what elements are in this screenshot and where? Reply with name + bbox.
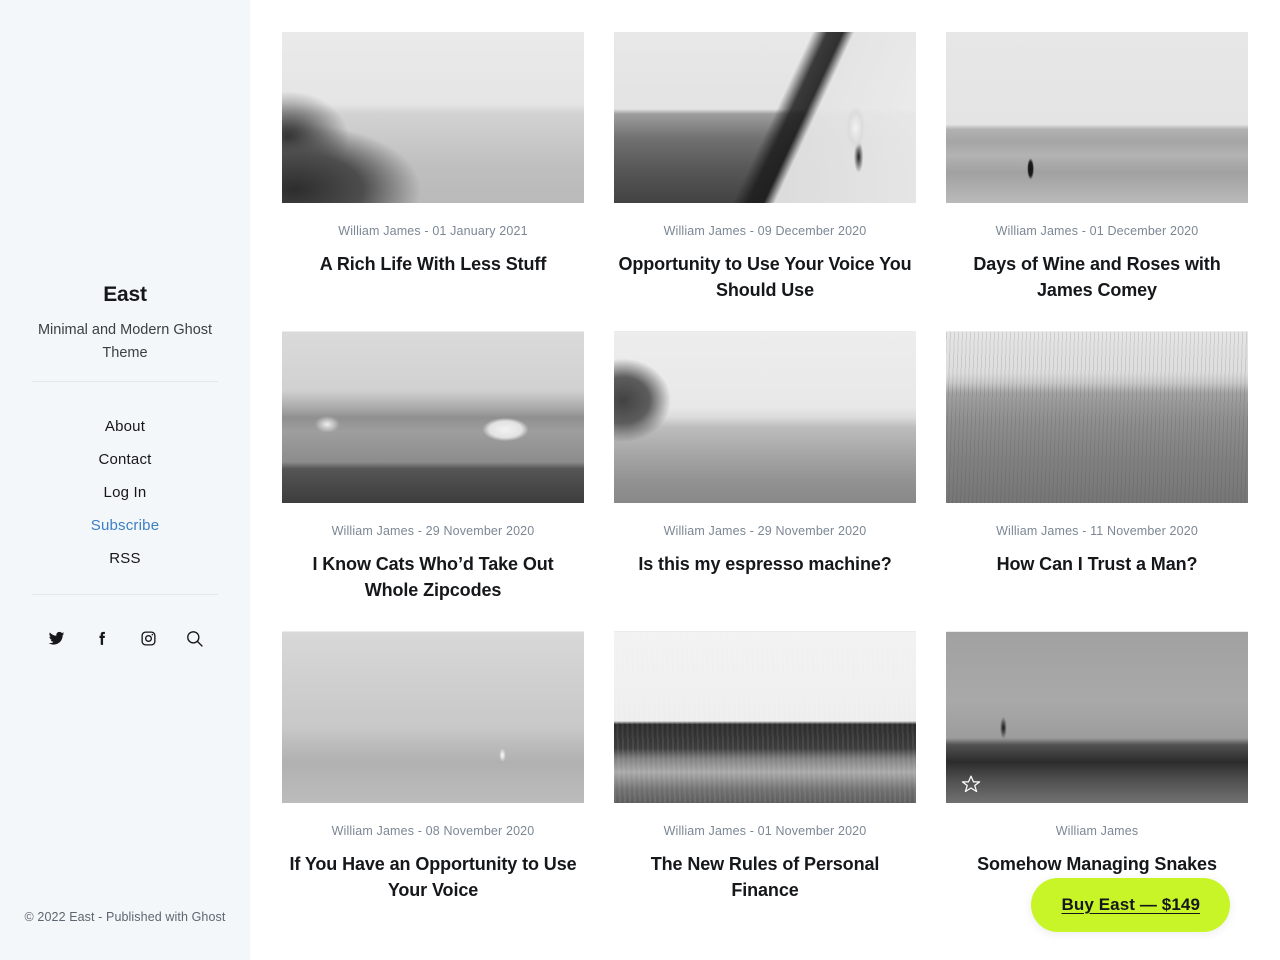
person-walking-pebble-beach-image: [614, 32, 916, 203]
twitter-icon[interactable]: [43, 625, 69, 651]
sidebar-item-contact[interactable]: Contact: [98, 443, 151, 476]
post-meta: William James - 08 November 2020: [331, 824, 535, 839]
post-title[interactable]: The New Rules of Personal Finance: [614, 852, 916, 903]
post-card[interactable]: William James - 09 December 2020 Opportu…: [614, 32, 916, 333]
post-card[interactable]: William James Somehow Managing Snakes: [946, 632, 1248, 903]
buy-theme-button[interactable]: Buy East — $149: [1031, 878, 1230, 932]
card-spacer: [614, 303, 916, 331]
card-spacer: [614, 578, 916, 606]
harbour-town-with-ships-image: [282, 332, 584, 504]
post-title[interactable]: Is this my espresso machine?: [634, 552, 895, 578]
facebook-icon[interactable]: [89, 625, 115, 651]
post-meta: William James - 01 November 2020: [663, 824, 867, 839]
post-title[interactable]: Opportunity to Use Your Voice You Should…: [614, 252, 916, 303]
grassy-moor-field-image: [946, 332, 1248, 504]
sidebar: East Minimal and Modern Ghost Theme Abou…: [0, 0, 250, 960]
sidebar-item-about[interactable]: About: [105, 410, 145, 443]
post-thumbnail[interactable]: [614, 632, 916, 804]
card-spacer: [946, 303, 1248, 331]
post-meta: William James - 01 December 2020: [995, 224, 1199, 238]
post-card[interactable]: William James - 01 December 2020 Days of…: [946, 32, 1248, 333]
post-title[interactable]: If You Have an Opportunity to Use Your V…: [282, 852, 584, 903]
lone-fisherman-on-shore-image: [946, 32, 1248, 203]
post-card[interactable]: William James - 29 November 2020 I Know …: [282, 332, 584, 633]
sidebar-divider-top: [32, 381, 218, 382]
post-meta: William James - 29 November 2020: [331, 524, 535, 539]
post-thumbnail[interactable]: [946, 332, 1248, 504]
post-title[interactable]: How Can I Trust a Man?: [993, 552, 1202, 578]
post-meta: William James - 11 November 2020: [996, 524, 1198, 539]
page-root: East Minimal and Modern Ghost Theme Abou…: [0, 0, 1280, 960]
post-thumbnail[interactable]: [614, 332, 916, 504]
hazy-sea-with-rocky-shore-image: [282, 32, 584, 203]
post-thumbnail[interactable]: [282, 632, 584, 804]
post-card[interactable]: William James - 11 November 2020 How Can…: [946, 332, 1248, 633]
post-card[interactable]: William James - 01 January 2021 A Rich L…: [282, 32, 584, 333]
sidebar-divider-bottom: [32, 594, 218, 595]
post-title[interactable]: A Rich Life With Less Stuff: [316, 252, 550, 278]
sidebar-item-rss[interactable]: RSS: [109, 542, 140, 575]
post-meta: William James - 29 November 2020: [663, 524, 867, 539]
card-spacer: [282, 278, 584, 306]
star-icon[interactable]: [960, 773, 982, 795]
cliff-and-wide-beach-image: [614, 332, 916, 504]
site-branding: East Minimal and Modern Ghost Theme: [0, 282, 250, 364]
search-icon[interactable]: [181, 625, 207, 651]
post-title[interactable]: I Know Cats Who’d Take Out Whole Zipcode…: [282, 552, 584, 603]
sidebar-nav: About Contact Log In Subscribe RSS: [0, 410, 250, 575]
sidebar-item-log-in[interactable]: Log In: [104, 476, 147, 509]
post-card[interactable]: William James - 29 November 2020 Is this…: [614, 332, 916, 633]
high-contrast-beach-image: [614, 632, 916, 804]
post-meta: William James - 09 December 2020: [663, 224, 867, 238]
post-thumbnail[interactable]: [282, 32, 584, 203]
site-description: Minimal and Modern Ghost Theme: [37, 322, 213, 361]
buy-theme-label: Buy East — $149: [1061, 895, 1200, 914]
sidebar-item-subscribe[interactable]: Subscribe: [91, 509, 160, 542]
post-thumbnail[interactable]: [282, 332, 584, 504]
post-thumbnail[interactable]: [614, 32, 916, 203]
post-feed-area: William James - 01 January 2021 A Rich L…: [250, 0, 1280, 960]
overcast-sea-with-sailboat-image: [282, 632, 584, 804]
post-title[interactable]: Days of Wine and Roses with James Comey: [946, 252, 1248, 303]
post-thumbnail[interactable]: [946, 632, 1248, 804]
social-links: [0, 625, 250, 651]
card-spacer: [282, 603, 584, 631]
site-title[interactable]: East: [0, 282, 250, 307]
post-meta: William James: [1055, 824, 1139, 839]
instagram-icon[interactable]: [135, 625, 161, 651]
post-card[interactable]: William James - 08 November 2020 If You …: [282, 632, 584, 903]
post-thumbnail[interactable]: [946, 32, 1248, 203]
card-spacer: [946, 578, 1248, 606]
footer-copyright: © 2022 East - Published with Ghost: [24, 910, 226, 924]
pier-with-standing-figure-image: [946, 632, 1248, 804]
post-feed: William James - 01 January 2021 A Rich L…: [282, 32, 1248, 903]
post-title[interactable]: Somehow Managing Snakes: [973, 852, 1221, 878]
post-meta: William James - 01 January 2021: [338, 224, 528, 238]
post-card[interactable]: William James - 01 November 2020 The New…: [614, 632, 916, 903]
